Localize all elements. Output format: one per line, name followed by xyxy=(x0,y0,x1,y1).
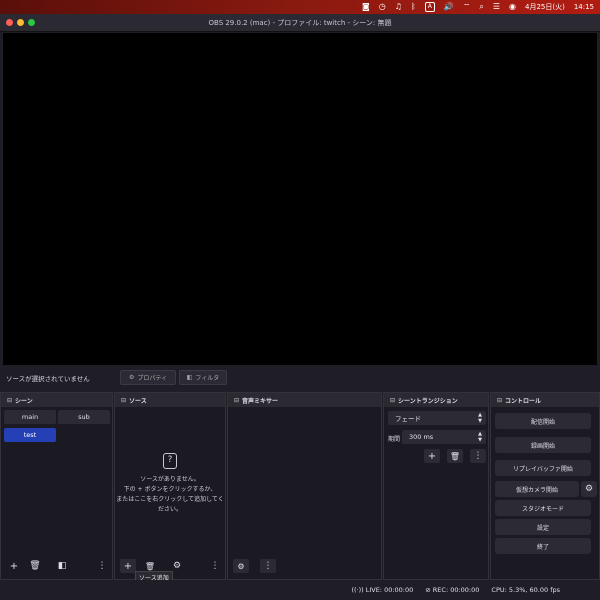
scene-label: main xyxy=(21,413,39,421)
status-bar: ((·)) LIVE: 00:00:00 ⊘ REC: 00:00:00 CPU… xyxy=(0,580,600,600)
start-streaming-button[interactable]: 配信開始 xyxy=(495,413,591,429)
wifi-icon[interactable]: ⌔ xyxy=(463,0,471,14)
sources-dock: ⊟ ソース ? ソースがありません。 下の + ボタンをクリックするか、 または… xyxy=(114,392,226,584)
window-title: OBS 29.0.2 (mac) - プロファイル: twitch - シーン:… xyxy=(208,18,392,27)
question-icon: ? xyxy=(163,453,177,469)
duration-spinbox[interactable]: 300 ms ▲ ▼ xyxy=(402,430,486,444)
sources-dock-header: ⊟ ソース xyxy=(115,393,225,407)
updown-arrows-icon: ▲ ▼ xyxy=(478,412,482,424)
macos-menubar: ◙ ◷ ♫ ᛒ A 🔊 ⌔ ⌕ ☰ ◉ 4月25日(火) 14:15 xyxy=(0,0,600,14)
add-transition-button[interactable]: + xyxy=(424,449,440,463)
transition-select[interactable]: フェード ▲ ▼ xyxy=(388,411,486,425)
scenes-dock-header: ⊟ シーン xyxy=(1,393,112,407)
scene-transitions-dock: ⊟ シーントランジション フェード ▲ ▼ 期間 300 ms ▲ ▼ + 🗑 ⋮ xyxy=(383,392,489,580)
empty-line: またはここを右クリックして追加してく xyxy=(116,496,224,503)
dock-menu-icon[interactable]: ⊟ xyxy=(234,397,239,404)
preview-canvas[interactable] xyxy=(3,33,597,365)
search-icon[interactable]: ⌕ xyxy=(479,0,483,14)
scene-item-test[interactable]: test xyxy=(4,428,56,442)
mixer-title: 音声ミキサー xyxy=(242,397,279,405)
start-recording-button[interactable]: 録画開始 xyxy=(495,437,591,453)
start-replay-buffer-button[interactable]: リプレイバッファ開始 xyxy=(495,460,591,476)
no-source-selected-label: ソースが選択されていません xyxy=(6,375,90,383)
dock-menu-icon[interactable]: ⊟ xyxy=(497,397,502,404)
controls-title: コントロール xyxy=(505,397,542,405)
scene-label: sub xyxy=(78,413,90,421)
controls-dock: ⊟ コントロール 配信開始 録画開始 リプレイバッファ開始 仮想カメラ開始 ⚙ … xyxy=(490,392,600,580)
mixer-more-button[interactable]: ⋮ xyxy=(260,559,276,573)
input-mode-indicator[interactable]: A xyxy=(424,2,435,12)
rec-icon: ⊘ xyxy=(425,586,433,594)
source-more-button[interactable]: ⋮ xyxy=(207,559,223,573)
empty-line: 下の + ボタンをクリックするか、 xyxy=(123,486,217,493)
gear-icon: ⚙ xyxy=(128,374,135,381)
podcast-icon[interactable]: ♫ xyxy=(395,0,402,14)
obs-tray-icon[interactable]: ◙ xyxy=(362,0,370,14)
studio-mode-button[interactable]: スタジオモード xyxy=(495,500,591,516)
audio-mixer-dock: ⊟ 音声ミキサー ⚙ ⋮ xyxy=(227,392,382,580)
maximize-window-button[interactable] xyxy=(28,19,35,26)
window-controls xyxy=(6,19,35,26)
transition-more-button[interactable]: ⋮ xyxy=(470,449,486,463)
remove-scene-button[interactable]: 🗑 xyxy=(27,559,43,573)
clock-app-icon[interactable]: ◷ xyxy=(379,0,386,14)
gear-icon: ⚙ xyxy=(584,484,594,494)
dock-menu-icon[interactable]: ⊟ xyxy=(390,397,395,404)
empty-line: ソースがありません。 xyxy=(140,476,200,483)
scene-label: test xyxy=(23,431,37,439)
transitions-title: シーントランジション xyxy=(398,397,458,405)
controls-dock-header: ⊟ コントロール xyxy=(491,393,599,407)
start-virtual-camera-button[interactable]: 仮想カメラ開始 xyxy=(495,481,579,497)
live-icon: ((·)) xyxy=(351,586,366,594)
rec-time: REC: 00:00:00 xyxy=(432,586,480,594)
live-time: LIVE: 00:00:00 xyxy=(365,586,414,594)
mixer-dock-header: ⊟ 音声ミキサー xyxy=(228,393,381,407)
window-titlebar: OBS 29.0.2 (mac) - プロファイル: twitch - シーン:… xyxy=(0,14,600,32)
menubar-time[interactable]: 14:15 xyxy=(574,3,594,11)
obs-app: ◙ ◷ ♫ ᛒ A 🔊 ⌔ ⌕ ☰ ◉ 4月25日(火) 14:15 OBS 2… xyxy=(0,0,600,600)
add-scene-button[interactable]: + xyxy=(6,559,22,573)
exit-button[interactable]: 終了 xyxy=(495,538,591,554)
cpu-status: CPU: 5.3%, 60.00 fps xyxy=(491,586,560,594)
close-window-button[interactable] xyxy=(6,19,13,26)
menubar-date[interactable]: 4月25日(火) xyxy=(525,2,565,12)
scene-item-main[interactable]: main xyxy=(4,410,56,424)
properties-label: プロパティ xyxy=(137,375,168,382)
duration-label: 期間 xyxy=(388,436,401,443)
control-center-icon[interactable]: ☰ xyxy=(493,0,500,14)
scenes-dock: ⊟ シーン main sub test + 🗑 ◧ ⋮ xyxy=(0,392,113,580)
source-context-bar: ソースが選択されていません xyxy=(0,366,600,390)
scene-item-sub[interactable]: sub xyxy=(58,410,110,424)
mixer-toolbar: ⚙ ⋮ xyxy=(228,559,381,575)
scenes-toolbar: + 🗑 ◧ ⋮ xyxy=(1,559,112,575)
scene-more-button[interactable]: ⋮ xyxy=(94,559,110,573)
live-status: ((·)) LIVE: 00:00:00 xyxy=(351,586,413,594)
advanced-audio-button[interactable]: ⚙ xyxy=(233,559,249,573)
filters-label: フィルタ xyxy=(195,375,220,382)
minimize-window-button[interactable] xyxy=(17,19,24,26)
dock-menu-icon[interactable]: ⊟ xyxy=(7,397,12,404)
rec-status: ⊘ REC: 00:00:00 xyxy=(425,586,479,594)
duration-value: 300 ms xyxy=(409,433,434,441)
volume-icon[interactable]: 🔊 xyxy=(444,0,454,14)
remove-transition-button[interactable]: 🗑 xyxy=(447,449,463,463)
spin-arrows-icon: ▲ ▼ xyxy=(478,431,482,443)
scenes-title: シーン xyxy=(15,397,33,405)
transition-value: フェード xyxy=(395,415,421,423)
virtual-camera-settings-button[interactable]: ⚙ xyxy=(581,481,597,497)
scene-filters-button[interactable]: ◧ xyxy=(54,559,70,573)
sources-empty-message[interactable]: ? ソースがありません。 下の + ボタンをクリックするか、 またはここを右クリ… xyxy=(115,453,225,515)
filters-button[interactable]: ◧ フィルタ xyxy=(179,370,227,385)
bluetooth-icon[interactable]: ᛒ xyxy=(411,0,416,14)
dock-menu-icon[interactable]: ⊟ xyxy=(121,397,126,404)
transitions-dock-header: ⊟ シーントランジション xyxy=(384,393,488,407)
siri-icon[interactable]: ◉ xyxy=(509,0,516,14)
properties-button[interactable]: ⚙ プロパティ xyxy=(120,370,176,385)
add-source-button[interactable]: + xyxy=(120,559,136,573)
filter-icon: ◧ xyxy=(186,374,193,381)
sources-title: ソース xyxy=(129,397,147,405)
settings-button[interactable]: 設定 xyxy=(495,519,591,535)
empty-line: ださい。 xyxy=(157,506,182,513)
